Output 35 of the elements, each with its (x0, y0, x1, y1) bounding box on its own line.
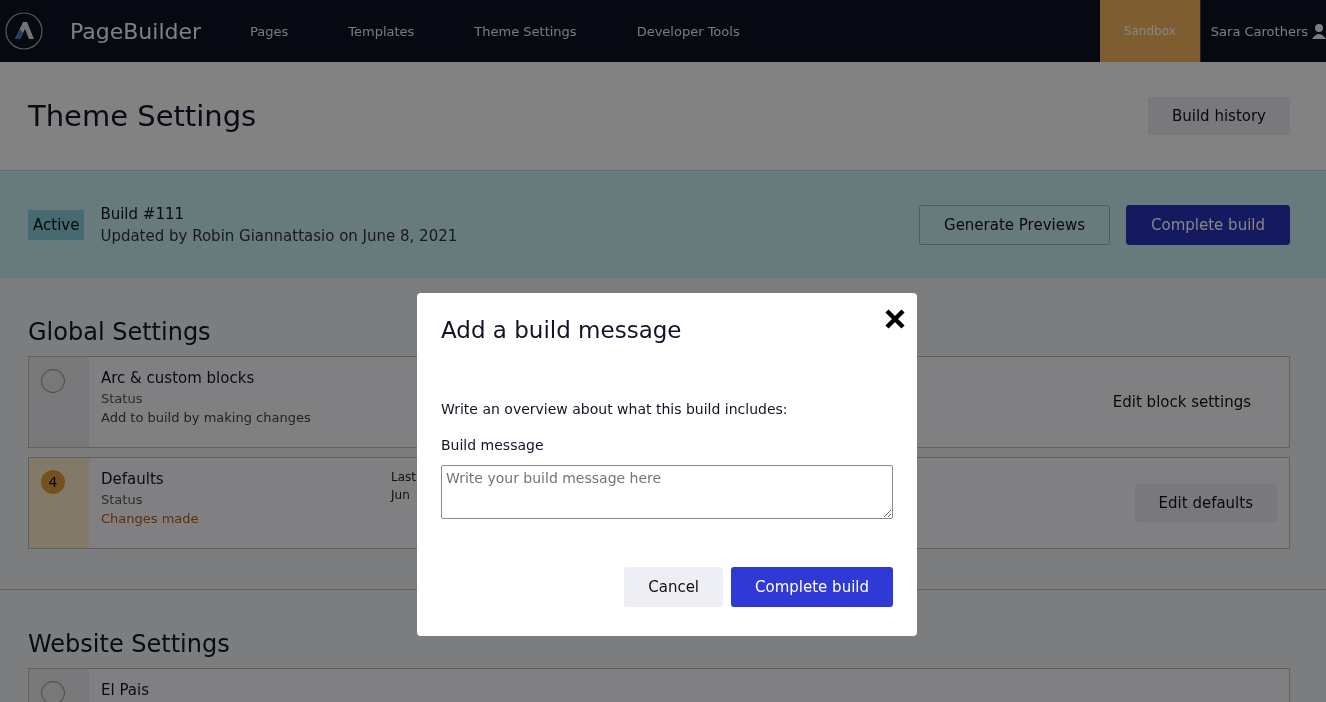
edit-button[interactable]: Edit defaults (1134, 484, 1277, 522)
card-title: Arc & custom blocks (101, 369, 256, 387)
nav-link[interactable]: Pages (250, 23, 289, 39)
brand-name: PageBuilder (70, 18, 203, 44)
status-text: Changes made (101, 511, 200, 526)
nav-link[interactable]: Templates (348, 23, 415, 39)
build-subtitle: Updated by Robin Giannattasio on June 8, 2021 (100, 226, 459, 245)
message-field[interactable]: Write your build message here (441, 465, 893, 519)
nav-link[interactable]: Developer Tools (636, 23, 740, 39)
section-title: Website Settings (28, 630, 230, 658)
build-history-button[interactable]: Build history (1148, 97, 1290, 135)
count-badge: 4 (41, 470, 65, 494)
status-label: Status (101, 391, 144, 406)
close-icon[interactable] (883, 307, 907, 331)
logo-icon (4, 11, 44, 51)
page-title: Theme Settings (28, 99, 257, 133)
column-value: Jun (391, 488, 411, 502)
build-title: Build #111 (100, 204, 186, 223)
status-badge: Active (28, 209, 85, 240)
section-title: Global Settings (28, 318, 211, 346)
generate-previews-button[interactable]: Generate Previews (919, 204, 1111, 245)
status-label: Status (101, 492, 144, 507)
field-label: Build message (441, 437, 545, 453)
nav-link[interactable]: Theme Settings (474, 23, 577, 39)
user-name[interactable]: Sara Carothers (1210, 23, 1308, 39)
user-icon[interactable] (1312, 23, 1326, 39)
card-title: Defaults (101, 470, 165, 488)
complete-build-button[interactable]: Complete build (1126, 204, 1290, 245)
edit-link[interactable]: Edit block settings (1112, 393, 1251, 411)
dialog-title: Add a build message (441, 317, 683, 343)
dialog-text: Write an overview about what this build includes: (441, 401, 789, 417)
cancel-button[interactable]: Cancel (624, 567, 724, 607)
card-title: El Pais (101, 681, 150, 699)
status-text: Add to build by making changes (101, 410, 312, 425)
complete-build-button[interactable]: Complete build (731, 567, 893, 607)
